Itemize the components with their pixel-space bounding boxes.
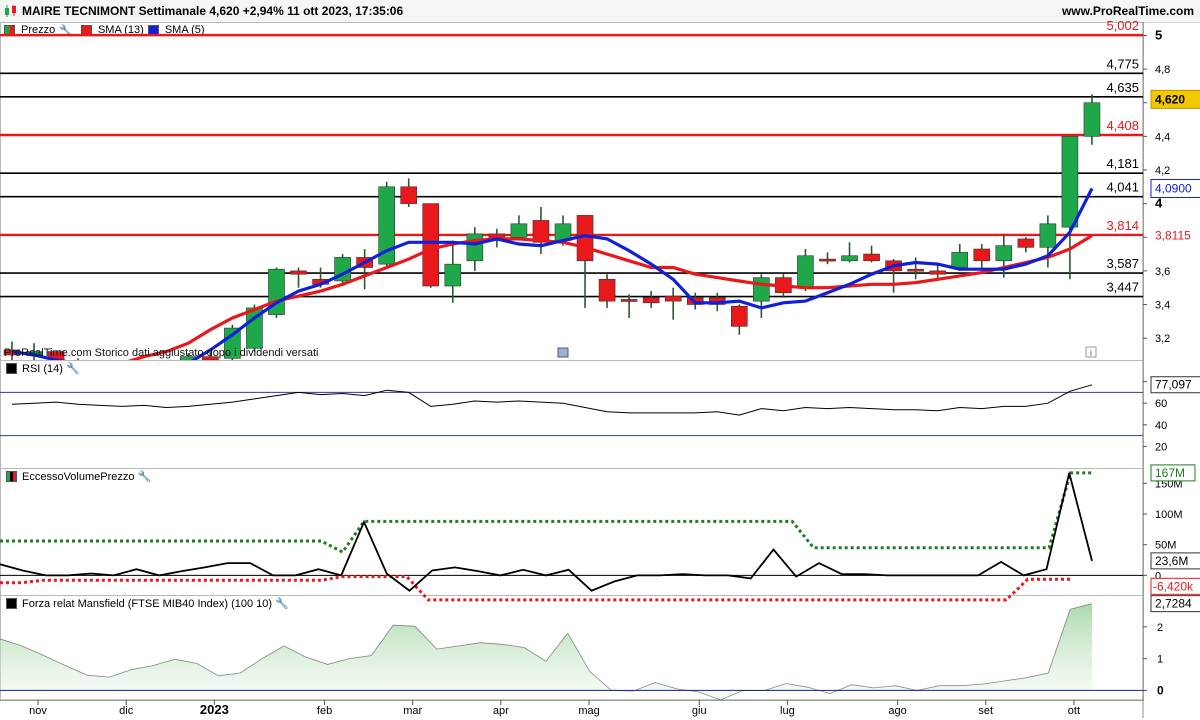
candle-body: [951, 252, 969, 268]
mansfield-panel-title: Forza relat Mansfield (FTSE MIB40 Index)…: [4, 597, 295, 610]
time-tick-label: mar: [403, 705, 422, 717]
volume-lower-badge: -6,420k: [1153, 579, 1194, 593]
rsi-tick-label: 60: [1155, 398, 1167, 410]
volume-panel-frame: [0, 468, 1144, 596]
sma13-line: [127, 234, 1093, 360]
price-tick-label: 4,8: [1155, 64, 1170, 76]
candle-body: [1017, 238, 1035, 248]
time-tick-label: ago: [888, 705, 906, 717]
candle-body: [1061, 136, 1079, 228]
rsi-line: [11, 384, 1093, 416]
sma5-last-badge: 4,0900: [1155, 181, 1192, 195]
wrench-icon[interactable]: 🔧: [138, 470, 152, 483]
candle-body: [907, 268, 924, 272]
info-icon-glyph: i: [1090, 348, 1092, 358]
level-label: 5,002: [1106, 18, 1139, 33]
candle-body: [92, 368, 108, 375]
candle-body: [598, 278, 616, 302]
wrench-icon[interactable]: 🔧: [275, 597, 289, 610]
rsi-panel-title: RSI (14) 🔧: [4, 362, 86, 375]
time-tick-label: dic: [119, 705, 134, 717]
time-tick-label: lug: [780, 705, 795, 717]
candle-body: [620, 299, 638, 302]
candle-body: [1083, 102, 1101, 137]
candle-body: [863, 253, 880, 262]
volume-tick-label: 50M: [1155, 540, 1176, 552]
time-tick-label: 2023: [200, 702, 229, 717]
price-tick-label: 3,2: [1155, 333, 1170, 345]
rsi-panel-frame: [0, 360, 1144, 469]
candle-body: [158, 370, 174, 378]
price-tick-label: 5: [1155, 27, 1162, 42]
candle-body: [797, 255, 814, 288]
candle-body: [466, 233, 484, 262]
rsi-last-badge: 77,097: [1155, 378, 1192, 392]
candle-body: [444, 263, 462, 287]
calendar-icon: [557, 347, 569, 358]
volume-last-badge: 23,6M: [1155, 554, 1188, 568]
rsi-tick-label: 40: [1155, 420, 1167, 432]
time-tick-label: feb: [317, 705, 332, 717]
candle-body: [819, 258, 836, 262]
level-label: 4,041: [1106, 180, 1139, 195]
price-tick-label: 4,4: [1155, 131, 1170, 143]
time-tick-label: set: [978, 705, 993, 717]
mansfield-label: Forza relat Mansfield (FTSE MIB40 Index)…: [22, 597, 273, 610]
candle-body: [841, 255, 858, 262]
level-label: 3,447: [1106, 280, 1139, 295]
candle-body: [731, 305, 748, 327]
volume-label: EccessoVolumePrezzo: [22, 470, 135, 483]
time-tick-label: nov: [29, 705, 47, 717]
candle-body: [422, 203, 440, 287]
candle-body: [929, 270, 946, 275]
volume-tick-label: 100M: [1155, 509, 1183, 521]
mansfield-tick-label: 1: [1157, 654, 1163, 666]
time-tick-label: giu: [692, 705, 707, 717]
price-tick-label: 3,6: [1155, 266, 1170, 278]
mansfield-tick-label: 2: [1157, 622, 1163, 634]
last-price-badge: 4,620: [1155, 92, 1185, 106]
wrench-icon[interactable]: 🔧: [66, 362, 80, 375]
data-note: ProRealTime.com Storico dati aggiustato …: [4, 347, 319, 359]
time-tick-label: apr: [493, 705, 509, 717]
candle-body: [664, 295, 682, 302]
volume-upper-badge: 167M: [1155, 466, 1185, 480]
chart-canvas[interactable]: 54,84,64,44,243,83,63,43,25,0024,7754,63…: [0, 0, 1200, 720]
level-label: 3,587: [1106, 256, 1139, 271]
mansfield-area: [0, 603, 1092, 700]
level-label: 4,408: [1106, 118, 1139, 133]
mansfield-swatch: [6, 598, 17, 609]
level-label: 4,181: [1106, 156, 1139, 171]
mansfield-last-badge: 2,7284: [1155, 597, 1192, 611]
candle-body: [114, 368, 130, 373]
candle-body: [753, 277, 770, 302]
candle-body: [642, 297, 660, 304]
mansfield-tick-label: 0: [1157, 683, 1164, 697]
level-label: 3,814: [1106, 218, 1139, 233]
candle-body: [995, 245, 1013, 262]
price-tick-label: 3,4: [1155, 300, 1170, 312]
candle-body: [973, 248, 991, 262]
candle-body: [1039, 223, 1057, 248]
price-tick-label: 4,2: [1155, 165, 1170, 177]
volume-upper-band: [0, 471, 1092, 555]
level-label: 4,775: [1106, 56, 1139, 71]
candle-body: [136, 373, 152, 378]
rsi-label: RSI (14): [22, 362, 63, 375]
rsi-swatch: [6, 363, 17, 374]
volume-panel-title: EccessoVolumePrezzo 🔧: [4, 470, 158, 483]
rsi-tick-label: 20: [1155, 441, 1167, 453]
time-tick-label: mag: [578, 705, 599, 717]
time-tick-label: ott: [1068, 705, 1080, 717]
candle-body: [290, 270, 307, 275]
level-label: 4,635: [1106, 80, 1139, 95]
sma13-last-badge: 3,8115: [1155, 228, 1191, 242]
volume-line: [0, 472, 1093, 592]
candle-body: [510, 223, 528, 238]
candle-body: [400, 186, 418, 204]
volume-swatch: [6, 471, 17, 482]
